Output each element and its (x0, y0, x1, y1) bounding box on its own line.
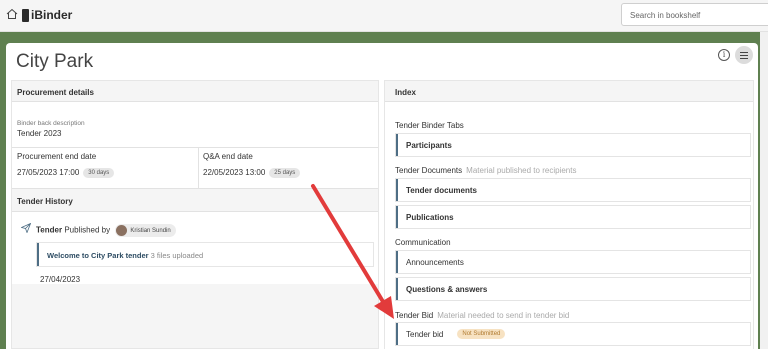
message-files: 3 files uploaded (150, 251, 204, 260)
procurement-details-box: Binder back description Tender 2023 Proc… (12, 102, 378, 188)
accent-bar (396, 251, 398, 273)
group-tender-bid: Tender Bid (395, 311, 434, 320)
procurement-heading: Procurement details (17, 88, 94, 97)
group-communication: Communication (395, 238, 451, 247)
accent-bar (396, 206, 398, 228)
binder-background (0, 32, 768, 42)
accent-bar (396, 278, 398, 300)
accent-bar (396, 323, 398, 345)
tender-history-box: Tender Published by Kristian Sundin Welc… (12, 212, 378, 284)
procurement-end-date-value: 27/05/2023 17:00 (17, 168, 80, 178)
tab-tender-documents[interactable]: Tender documents (395, 178, 751, 202)
days-remaining-badge: 30 days (83, 168, 115, 178)
index-heading: Index (395, 88, 416, 97)
paper-plane-icon (21, 223, 31, 233)
page-title: City Park (16, 51, 94, 72)
procurement-end-date-label: Procurement end date (17, 152, 97, 161)
tab-label: Publications (406, 212, 454, 222)
tab-announcements[interactable]: Announcements (395, 250, 751, 274)
binder-card: City Park i Procurement details Binder b… (6, 43, 758, 349)
tender-history-heading: Tender History (17, 197, 73, 206)
back-description-label: Binder back description (17, 120, 85, 127)
bookshelf-search-input[interactable]: Search in bookshelf (621, 3, 768, 26)
group-tender-documents: Tender Documents (395, 166, 463, 175)
qa-end-date-value: 22/05/2023 13:00 (203, 168, 266, 178)
top-bar: iBinder Search in bookshelf (0, 0, 768, 32)
tab-questions-answers[interactable]: Questions & answers (395, 277, 751, 301)
divider (12, 188, 378, 189)
menu-icon (740, 51, 748, 53)
message-title: Welcome to City Park tender (47, 251, 149, 260)
person-chip[interactable]: Kristian Sundin (115, 224, 176, 237)
index-panel: Index Tender Binder Tabs Participants Te… (384, 80, 754, 349)
qa-end-date-label: Q&A end date (203, 152, 253, 161)
tab-label: Participants (406, 140, 452, 150)
ibinder-logo-icon (22, 8, 29, 22)
procurement-panel: Procurement details Binder back descript… (11, 80, 379, 349)
menu-button[interactable] (735, 46, 753, 64)
tab-publications[interactable]: Publications (395, 205, 751, 229)
divider (198, 148, 199, 188)
index-list: Tender Binder Tabs Participants Tender D… (385, 102, 753, 349)
tab-label: Tender bid (406, 329, 444, 339)
tab-label: Tender documents (406, 185, 477, 195)
qa-days-remaining-badge: 25 days (269, 168, 301, 178)
background-strip (760, 32, 768, 349)
status-badge: Not Submitted (457, 329, 506, 339)
info-icon[interactable]: i (718, 49, 730, 61)
home-icon[interactable] (6, 8, 18, 20)
tab-label: Announcements (406, 257, 464, 267)
tab-participants[interactable]: Participants (395, 133, 751, 157)
history-entry-name: Tender (36, 225, 63, 235)
tab-label: Questions & answers (406, 284, 488, 294)
accent-bar (396, 134, 398, 156)
avatar (116, 225, 128, 236)
accent-bar (37, 243, 39, 266)
history-message[interactable]: Welcome to City Park tender 3 files uplo… (36, 242, 374, 267)
history-entry-published: Published by (64, 225, 111, 235)
group-note: Material published to recipients (466, 166, 577, 175)
group-note: Material needed to send in tender bid (437, 311, 570, 320)
history-entry-date: 27/04/2023 (40, 275, 81, 284)
back-description-value: Tender 2023 (17, 129, 62, 138)
accent-bar (396, 179, 398, 201)
tab-tender-bid[interactable]: Tender bid Not Submitted (395, 322, 751, 346)
group-tender-binder-tabs: Tender Binder Tabs (395, 121, 464, 130)
divider (12, 147, 378, 148)
logo-text: iBinder (31, 8, 73, 22)
person-name: Kristian Sundin (130, 227, 171, 234)
ibinder-logo[interactable]: iBinder (22, 7, 72, 23)
